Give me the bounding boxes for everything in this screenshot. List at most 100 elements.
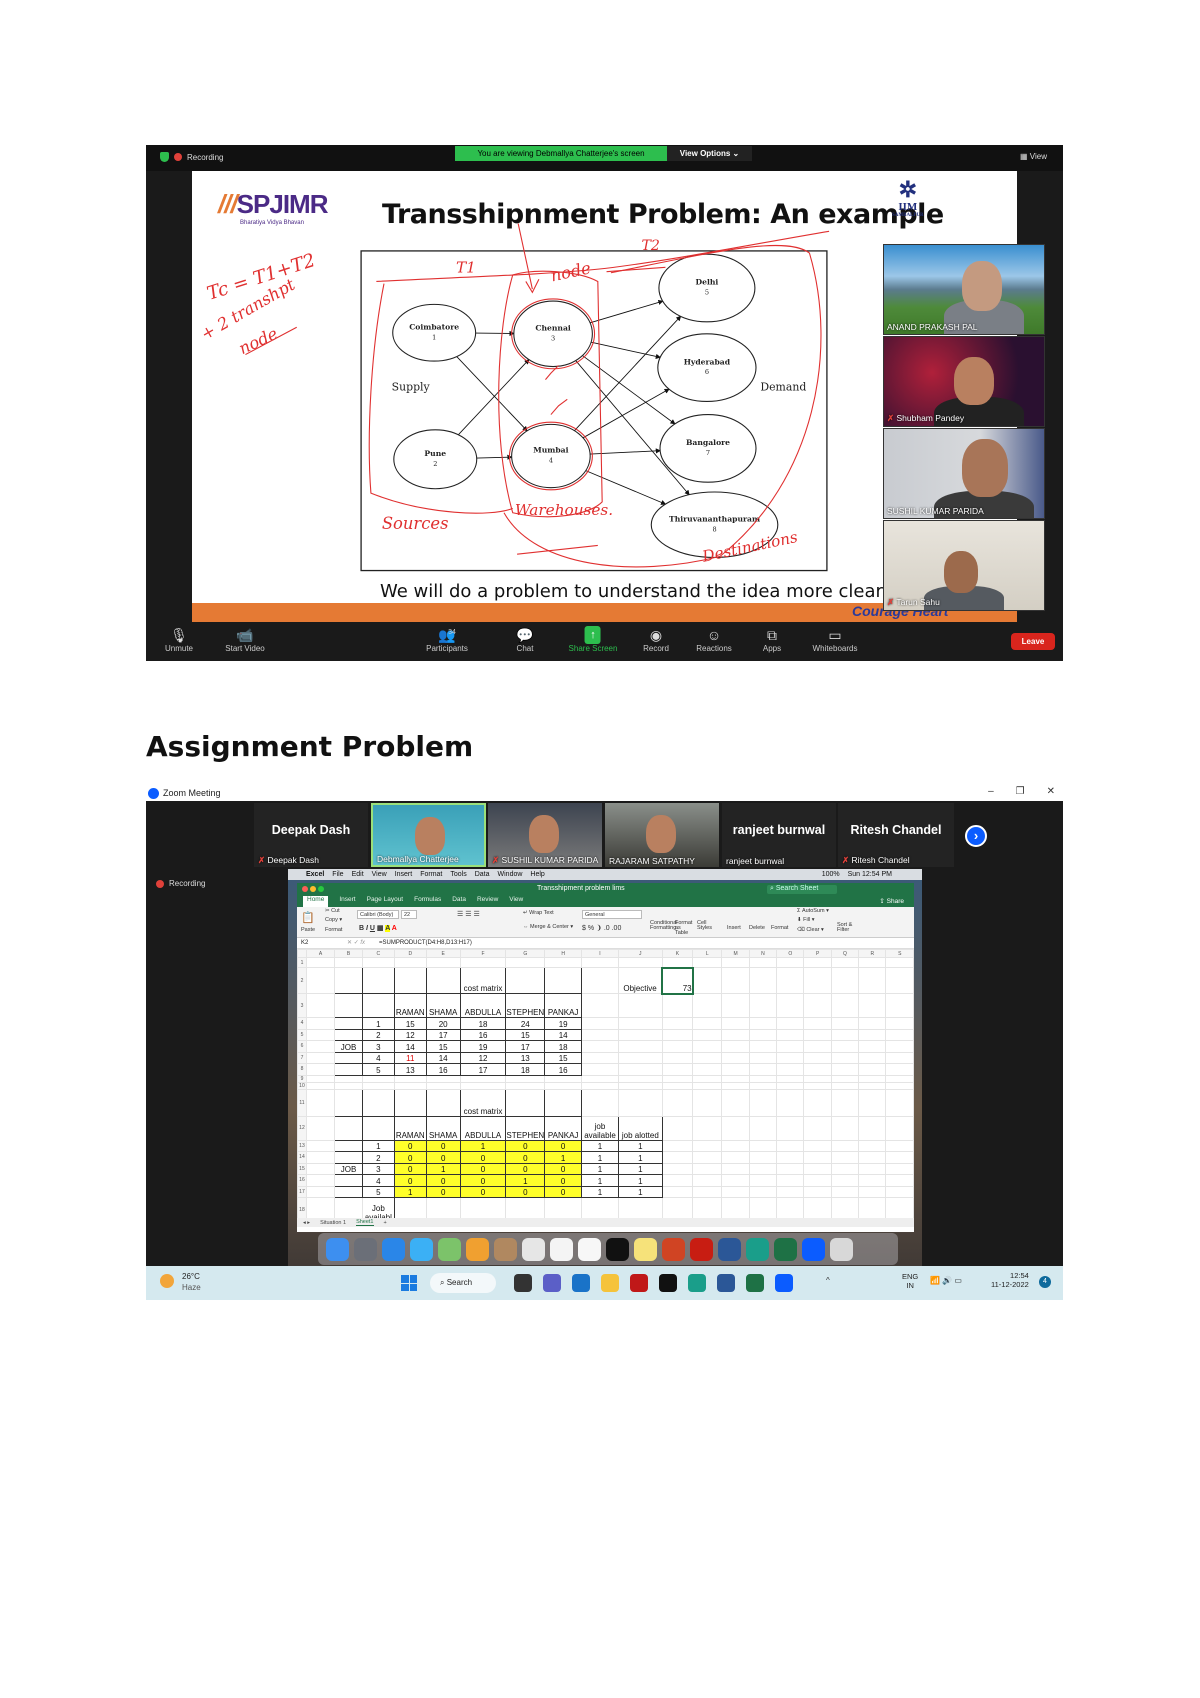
- cell-O4[interactable]: [776, 1017, 805, 1030]
- cell-P17[interactable]: [803, 1185, 832, 1198]
- cell-C16[interactable]: 4: [361, 1174, 395, 1187]
- cell-F15[interactable]: 0: [459, 1162, 507, 1175]
- cell-I1[interactable]: [581, 957, 619, 968]
- mac-menu-item[interactable]: File: [332, 871, 343, 878]
- cell-R3[interactable]: [858, 993, 887, 1018]
- cell-F13[interactable]: 1: [459, 1139, 507, 1152]
- share-button[interactable]: ⇪ Share: [879, 897, 904, 905]
- finder-icon[interactable]: [326, 1237, 349, 1261]
- cell-E4[interactable]: 20: [425, 1017, 461, 1030]
- close-icon[interactable]: [302, 886, 308, 892]
- cell-N12[interactable]: [748, 1115, 778, 1141]
- cell-C15[interactable]: 3: [361, 1162, 395, 1175]
- cell-B13[interactable]: [334, 1139, 363, 1152]
- mac-menu-item[interactable]: View: [372, 871, 387, 878]
- column-header[interactable]: R: [858, 949, 887, 958]
- row-header[interactable]: 13: [297, 1139, 307, 1152]
- cell-P13[interactable]: [803, 1139, 832, 1152]
- cell-styles-button[interactable]: Cell Styles: [697, 920, 712, 931]
- clear-button[interactable]: ⌫ Clear ▾: [797, 927, 824, 933]
- cell-N16[interactable]: [748, 1174, 778, 1187]
- cell-A14[interactable]: [305, 1151, 336, 1164]
- participants-button[interactable]: 👥 34 Participants: [426, 626, 468, 653]
- cell-G12[interactable]: STEPHEN: [505, 1115, 546, 1141]
- cell-D14[interactable]: 0: [393, 1151, 427, 1164]
- mcafee-icon[interactable]: [630, 1274, 648, 1292]
- cell-O12[interactable]: [776, 1115, 805, 1141]
- cell-C7[interactable]: 4: [361, 1051, 395, 1064]
- cell-M4[interactable]: [721, 1017, 750, 1030]
- cell-O6[interactable]: [776, 1040, 805, 1053]
- cell-G9[interactable]: [505, 1074, 546, 1083]
- cell-G16[interactable]: 1: [505, 1174, 546, 1187]
- format-painter-button[interactable]: Format: [325, 927, 342, 933]
- cell-O13[interactable]: [776, 1139, 805, 1152]
- cell-D12[interactable]: RAMAN: [393, 1115, 427, 1141]
- cell-C8[interactable]: 5: [361, 1063, 395, 1076]
- cell-E5[interactable]: 17: [425, 1028, 461, 1041]
- zoom-app-icon[interactable]: [802, 1237, 825, 1261]
- cell-O2[interactable]: [776, 967, 805, 994]
- cell-S14[interactable]: [885, 1151, 914, 1164]
- cell-H3[interactable]: PANKAJ: [544, 993, 583, 1018]
- autosum-button[interactable]: Σ AutoSum ▾: [797, 908, 829, 914]
- edge-icon[interactable]: [746, 1237, 769, 1261]
- cell-M7[interactable]: [721, 1051, 750, 1064]
- cell-E1[interactable]: [425, 957, 461, 968]
- cell-K1[interactable]: [661, 957, 694, 968]
- cell-R8[interactable]: [858, 1063, 887, 1076]
- cell-N8[interactable]: [748, 1063, 778, 1076]
- maps-icon[interactable]: [438, 1237, 461, 1261]
- row-header[interactable]: 17: [297, 1185, 307, 1198]
- cell-R7[interactable]: [858, 1051, 887, 1064]
- cell-J4[interactable]: [617, 1017, 663, 1030]
- cell-N1[interactable]: [748, 957, 778, 968]
- messages-icon[interactable]: [410, 1237, 433, 1261]
- cell-K4[interactable]: [661, 1017, 694, 1030]
- video-tile[interactable]: SUSHIL KUMAR PARIDA: [883, 428, 1045, 519]
- word-icon[interactable]: [717, 1274, 735, 1292]
- cell-K10[interactable]: [661, 1081, 694, 1090]
- cell-R13[interactable]: [858, 1139, 887, 1152]
- cell-P9[interactable]: [803, 1074, 832, 1083]
- cell-O5[interactable]: [776, 1028, 805, 1041]
- store-icon[interactable]: [572, 1274, 590, 1292]
- cell-L17[interactable]: [692, 1185, 723, 1198]
- cell-H12[interactable]: PANKAJ: [544, 1115, 583, 1141]
- cell-B14[interactable]: [334, 1151, 363, 1164]
- cell-C4[interactable]: 1: [361, 1017, 395, 1030]
- cell-O16[interactable]: [776, 1174, 805, 1187]
- cell-K12[interactable]: [661, 1115, 694, 1141]
- video-tile[interactable]: ✗ Tarun Sahu: [883, 520, 1045, 611]
- copy-button[interactable]: Copy ▾: [325, 917, 342, 923]
- cell-L15[interactable]: [692, 1162, 723, 1175]
- cell-F7[interactable]: 12: [459, 1051, 507, 1064]
- cell-H8[interactable]: 16: [544, 1063, 583, 1076]
- trash-icon[interactable]: [830, 1237, 853, 1261]
- participant-tile[interactable]: Ritesh Chandel ✗ Ritesh Chandel: [838, 803, 954, 867]
- cell-N5[interactable]: [748, 1028, 778, 1041]
- mac-clock[interactable]: Sun 12:54 PM: [848, 871, 892, 878]
- cell-Q4[interactable]: [830, 1017, 860, 1030]
- cell-B8[interactable]: [334, 1063, 363, 1076]
- sort-filter-button[interactable]: Sort & Filter: [837, 922, 855, 933]
- cell-N9[interactable]: [748, 1074, 778, 1083]
- cell-I4[interactable]: [581, 1017, 619, 1030]
- mac-menu-item[interactable]: Window: [498, 871, 523, 878]
- cell-D9[interactable]: [393, 1074, 427, 1083]
- chrome-icon[interactable]: [522, 1237, 545, 1261]
- cell-Q12[interactable]: [830, 1115, 860, 1141]
- cell-B3[interactable]: [334, 993, 363, 1018]
- cell-F5[interactable]: 16: [459, 1028, 507, 1041]
- ribbon-tab-view[interactable]: View: [509, 896, 523, 907]
- start-video-button[interactable]: 📹 Start Video: [225, 626, 264, 653]
- participant-tile[interactable]: ✗ SUSHIL KUMAR PARIDA: [488, 803, 602, 867]
- cell-K9[interactable]: [661, 1074, 694, 1083]
- cell-L16[interactable]: [692, 1174, 723, 1187]
- cell-Q18[interactable]: [830, 1197, 860, 1218]
- teams-icon[interactable]: [543, 1274, 561, 1292]
- cell-R6[interactable]: [858, 1040, 887, 1053]
- cell-P6[interactable]: [803, 1040, 832, 1053]
- cell-A11[interactable]: [305, 1088, 336, 1117]
- cell-D15[interactable]: 0: [393, 1162, 427, 1175]
